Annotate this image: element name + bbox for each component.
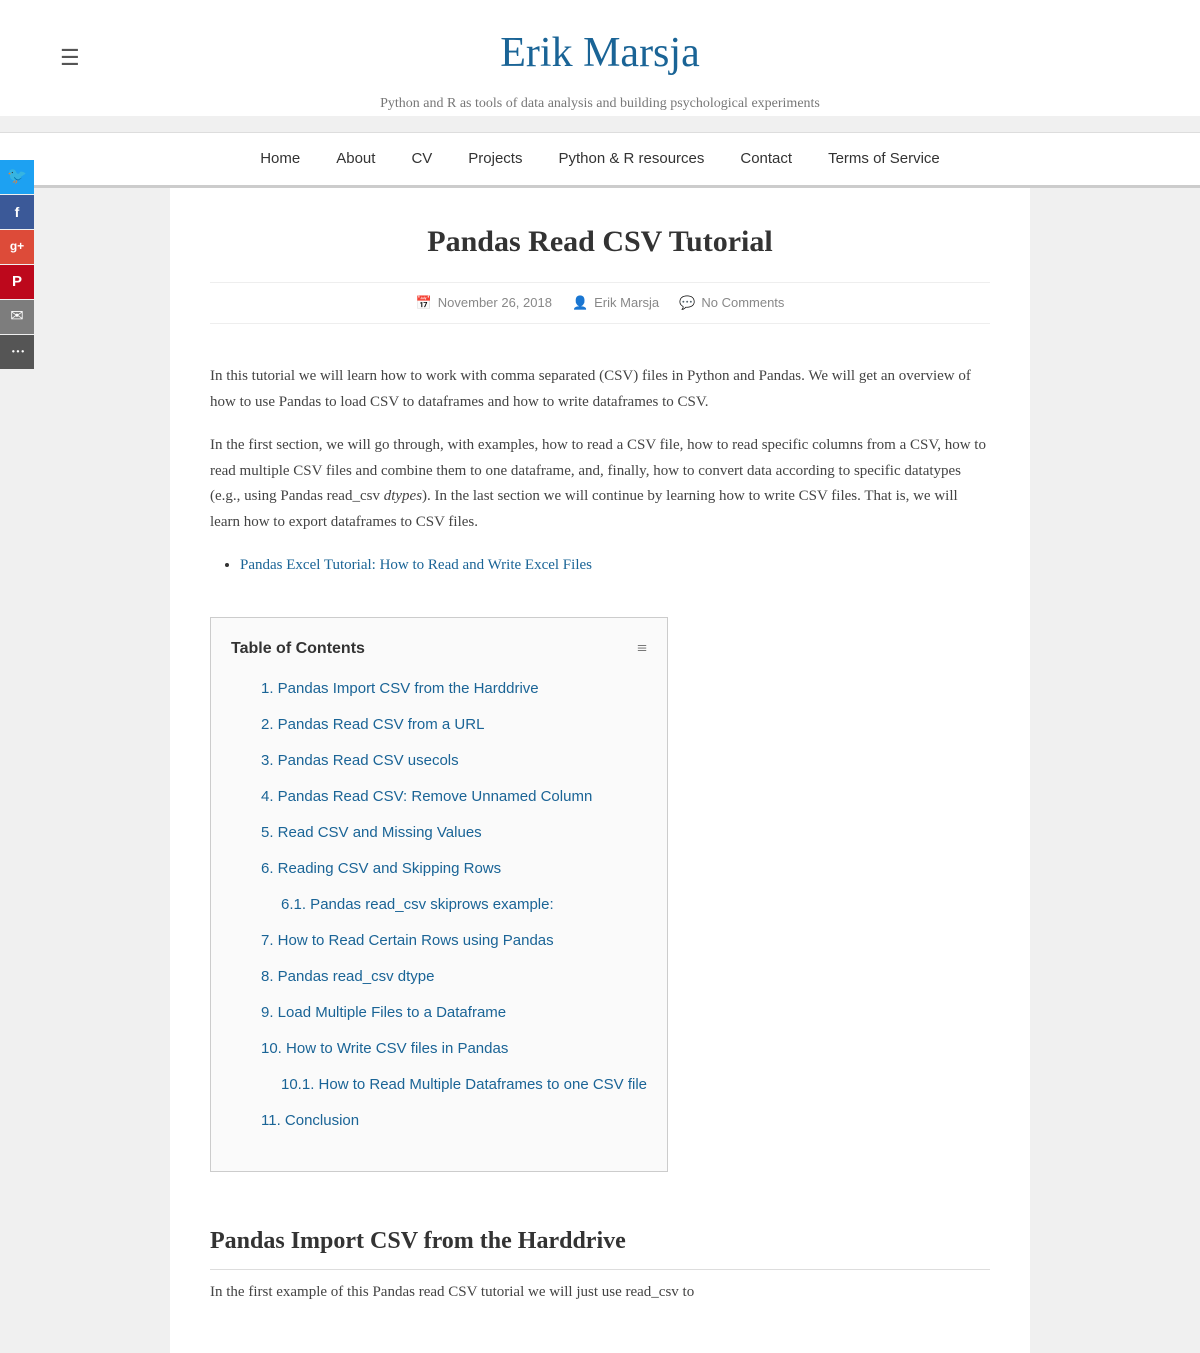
toc-link-6-1[interactable]: 6.1. Pandas read_csv skiprows example: — [281, 896, 554, 913]
article-intro-1: In this tutorial we will learn how to wo… — [210, 364, 990, 415]
article: Pandas Read CSV Tutorial November 26, 20… — [170, 188, 1030, 1353]
toc-link-2[interactable]: 2. Pandas Read CSV from a URL — [261, 716, 484, 733]
toc-link-1[interactable]: 1. Pandas Import CSV from the Harddrive — [261, 680, 539, 697]
section1-heading: Pandas Import CSV from the Harddrive — [210, 1222, 990, 1269]
article-meta: November 26, 2018 Erik Marsja No Comment… — [210, 282, 990, 325]
toc-link-7[interactable]: 7. How to Read Certain Rows using Pandas — [261, 932, 554, 949]
nav-link-home[interactable]: Home — [242, 133, 318, 185]
related-link-excel[interactable]: Pandas Excel Tutorial: How to Read and W… — [240, 557, 592, 573]
toc-link-11[interactable]: 11. Conclusion — [261, 1112, 359, 1129]
site-description: Python and R as tools of data analysis a… — [10, 93, 1190, 115]
article-body: In this tutorial we will learn how to wo… — [170, 354, 1030, 1353]
social-google-button[interactable]: g+ — [0, 230, 34, 264]
toc-link-6[interactable]: 6. Reading CSV and Skipping Rows — [261, 860, 501, 877]
table-of-contents: Table of Contents ≡ 1. Pandas Import CSV… — [210, 617, 668, 1172]
toc-item-3: 3. Pandas Read CSV usecols — [261, 747, 647, 775]
more-icon: ··· — [10, 336, 24, 368]
hamburger-icon: ☰ — [60, 45, 80, 70]
toc-item-4: 4. Pandas Read CSV: Remove Unnamed Colum… — [261, 783, 647, 811]
site-nav: Home About CV Projects Python & R resour… — [0, 132, 1200, 188]
toc-item-10: 10. How to Write CSV files in Pandas — [261, 1035, 647, 1063]
nav-link-projects[interactable]: Projects — [450, 133, 540, 185]
nav-list: Home About CV Projects Python & R resour… — [0, 133, 1200, 185]
toc-item-2: 2. Pandas Read CSV from a URL — [261, 711, 647, 739]
toc-link-9[interactable]: 9. Load Multiple Files to a Dataframe — [261, 1004, 506, 1021]
user-icon — [572, 293, 588, 314]
toc-header: Table of Contents ≡ — [231, 634, 647, 663]
toc-link-3[interactable]: 3. Pandas Read CSV usecols — [261, 752, 459, 769]
nav-item-terms[interactable]: Terms of Service — [810, 133, 958, 185]
social-more-button[interactable]: ··· — [0, 335, 34, 369]
site-title-link[interactable]: Erik Marsja — [500, 30, 699, 76]
toc-item-8: 8. Pandas read_csv dtype — [261, 963, 647, 991]
toc-item-10-1: 10.1. How to Read Multiple Dataframes to… — [261, 1071, 647, 1099]
toc-item-6-1: 6.1. Pandas read_csv skiprows example: — [261, 891, 647, 919]
article-header: Pandas Read CSV Tutorial November 26, 20… — [170, 188, 1030, 355]
nav-item-cv[interactable]: CV — [393, 133, 450, 185]
related-links-list: Pandas Excel Tutorial: How to Read and W… — [240, 553, 990, 577]
nav-link-contact[interactable]: Contact — [722, 133, 810, 185]
article-date-text: November 26, 2018 — [438, 293, 552, 314]
toc-link-8[interactable]: 8. Pandas read_csv dtype — [261, 968, 434, 985]
article-date: November 26, 2018 — [416, 293, 552, 314]
nav-link-cv[interactable]: CV — [393, 133, 450, 185]
toc-title: Table of Contents — [231, 636, 365, 662]
social-sidebar: 🐦 f g+ P ✉ ··· — [0, 160, 34, 370]
social-twitter-button[interactable]: 🐦 — [0, 160, 34, 194]
nav-item-about[interactable]: About — [318, 133, 393, 185]
calendar-icon — [416, 293, 432, 314]
social-pinterest-button[interactable]: P — [0, 265, 34, 299]
menu-toggle-button[interactable]: ☰ — [60, 40, 80, 75]
nav-item-contact[interactable]: Contact — [722, 133, 810, 185]
toc-item-7: 7. How to Read Certain Rows using Pandas — [261, 927, 647, 955]
article-author: Erik Marsja — [572, 293, 659, 314]
site-header: ☰ Erik Marsja Python and R as tools of d… — [0, 0, 1200, 116]
nav-item-home[interactable]: Home — [242, 133, 318, 185]
toc-item-1: 1. Pandas Import CSV from the Harddrive — [261, 675, 647, 703]
toc-link-4[interactable]: 4. Pandas Read CSV: Remove Unnamed Colum… — [261, 788, 592, 805]
section1-text: In the first example of this Pandas read… — [210, 1280, 990, 1306]
nav-link-python-r[interactable]: Python & R resources — [540, 133, 722, 185]
nav-item-python-r[interactable]: Python & R resources — [540, 133, 722, 185]
toc-item-5: 5. Read CSV and Missing Values — [261, 819, 647, 847]
toc-toggle-button[interactable]: ≡ — [637, 634, 647, 663]
nav-item-projects[interactable]: Projects — [450, 133, 540, 185]
google-icon: g+ — [10, 237, 24, 256]
toc-link-10[interactable]: 10. How to Write CSV files in Pandas — [261, 1040, 508, 1057]
email-icon: ✉ — [10, 304, 23, 330]
article-intro-2: In the first section, we will go through… — [210, 433, 990, 535]
site-title[interactable]: Erik Marsja — [10, 20, 1190, 87]
article-comments[interactable]: No Comments — [679, 293, 784, 314]
toc-link-5[interactable]: 5. Read CSV and Missing Values — [261, 824, 482, 841]
article-comments-text: No Comments — [701, 293, 784, 314]
article-intro-2-italic: dtypes — [384, 488, 422, 504]
nav-link-terms[interactable]: Terms of Service — [810, 133, 958, 185]
related-link-item: Pandas Excel Tutorial: How to Read and W… — [240, 553, 990, 577]
article-title: Pandas Read CSV Tutorial — [210, 218, 990, 266]
toc-item-6: 6. Reading CSV and Skipping Rows — [261, 855, 647, 883]
toc-link-10-1[interactable]: 10.1. How to Read Multiple Dataframes to… — [281, 1076, 647, 1093]
social-email-button[interactable]: ✉ — [0, 300, 34, 334]
main-wrapper: Pandas Read CSV Tutorial November 26, 20… — [150, 188, 1050, 1353]
article-author-text: Erik Marsja — [594, 293, 659, 314]
comment-icon — [679, 293, 695, 314]
facebook-icon: f — [15, 201, 20, 223]
twitter-icon: 🐦 — [7, 164, 27, 190]
toc-item-11: 11. Conclusion — [261, 1107, 647, 1135]
toc-item-9: 9. Load Multiple Files to a Dataframe — [261, 999, 647, 1027]
pinterest-icon: P — [12, 270, 22, 294]
social-facebook-button[interactable]: f — [0, 195, 34, 229]
nav-link-about[interactable]: About — [318, 133, 393, 185]
toc-list: 1. Pandas Import CSV from the Harddrive … — [261, 675, 647, 1135]
